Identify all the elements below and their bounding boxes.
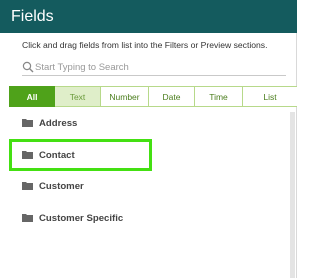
tab-list[interactable]: List <box>243 86 297 107</box>
field-type-tabs: All Text Number Date Time List <box>9 86 297 107</box>
folder-item-customer[interactable]: Customer <box>9 171 289 202</box>
tab-text[interactable]: Text <box>55 86 101 107</box>
tab-time[interactable]: Time <box>195 86 243 107</box>
folder-label: Customer Specific <box>39 213 124 224</box>
panel-title: Fields <box>0 0 297 33</box>
folder-icon <box>22 214 33 222</box>
search-input[interactable] <box>35 60 283 75</box>
folder-label: Address <box>39 118 78 129</box>
instructions-text: Click and drag fields from list into the… <box>22 40 268 50</box>
folder-label: Contact <box>39 150 75 161</box>
scrollbar[interactable] <box>290 112 296 278</box>
tab-date[interactable]: Date <box>149 86 195 107</box>
search-icon <box>22 61 34 73</box>
tab-all[interactable]: All <box>9 86 55 107</box>
folder-icon <box>22 119 33 127</box>
folder-item-contact[interactable]: Contact <box>9 140 289 171</box>
folder-item-address[interactable]: Address <box>9 108 289 139</box>
folder-label: Customer <box>39 181 84 192</box>
folder-item-customer-specific[interactable]: Customer Specific <box>9 203 289 234</box>
folder-icon <box>22 151 33 159</box>
scrollbar-thumb[interactable] <box>290 112 295 278</box>
search-box[interactable] <box>22 60 286 76</box>
fields-panel: Fields Click and drag fields from list i… <box>0 0 297 278</box>
tab-number[interactable]: Number <box>101 86 149 107</box>
folder-icon <box>22 182 33 190</box>
